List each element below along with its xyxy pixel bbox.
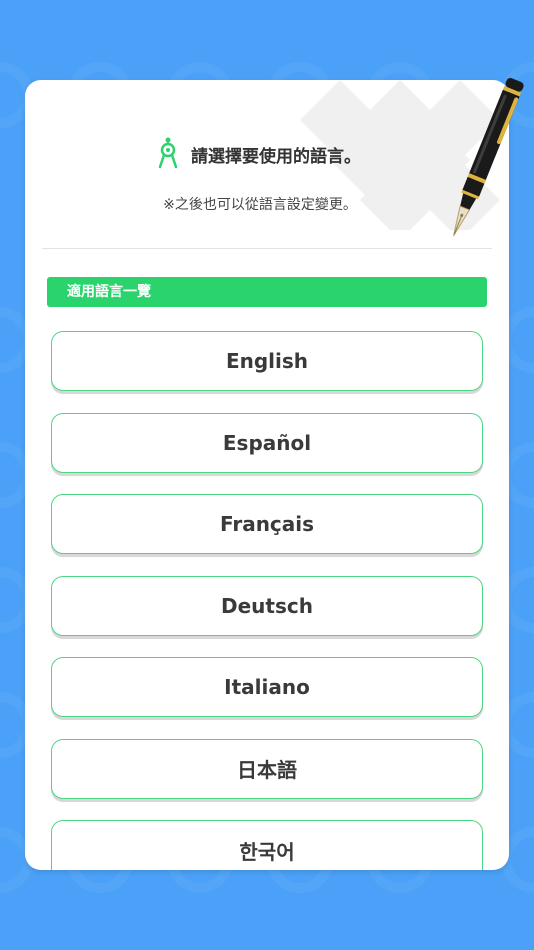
page-subtitle: ※之後也可以從語言設定變更。 [163, 197, 357, 213]
language-button-korean[interactable]: 한국어 [51, 820, 483, 870]
compass-icon [157, 136, 179, 172]
header: 請選擇要使用的語言。 ※之後也可以從語言設定變更。 [25, 136, 509, 214]
language-button-japanese[interactable]: 日本語 [51, 738, 483, 799]
language-button-german[interactable]: Deutsch [51, 575, 483, 636]
language-button-french[interactable]: Français [51, 494, 483, 554]
title-row: 請選擇要使用的語言。 [25, 136, 501, 172]
divider [42, 248, 492, 249]
language-button-italian[interactable]: Italiano [51, 657, 483, 717]
fountain-pen-icon [453, 77, 524, 237]
language-list: English Español Français Deutsch Italian… [51, 331, 483, 870]
language-button-spanish[interactable]: Español [51, 412, 483, 473]
language-button-english[interactable]: English [51, 331, 483, 391]
section-header: 適用語言一覽 [47, 277, 487, 307]
page-title: 請選擇要使用的語言。 [191, 146, 361, 167]
language-select-card: 請選擇要使用的語言。 ※之後也可以從語言設定變更。 適用語言一覽 English… [25, 80, 509, 870]
